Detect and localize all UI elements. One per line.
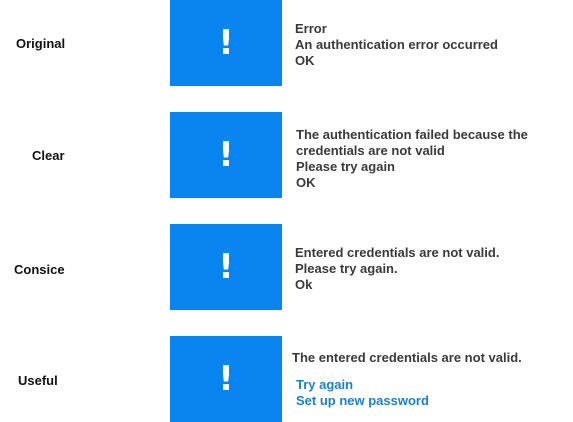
- message-line: The entered credentials are not valid.: [292, 350, 522, 365]
- message-line: An authentication error occurred: [295, 37, 498, 52]
- row-label-useful: Useful: [18, 373, 58, 388]
- message-useful: The entered credentials are not valid.: [292, 350, 522, 366]
- message-clear: The authentication failed because the cr…: [296, 127, 528, 191]
- alert-icon-box: !: [170, 224, 282, 310]
- try-again-link[interactable]: Try again: [296, 377, 429, 393]
- set-up-new-password-link[interactable]: Set up new password: [296, 393, 429, 409]
- alert-icon-box: !: [170, 336, 282, 422]
- message-line: Please try again.: [295, 261, 398, 276]
- exclamation-icon: !: [218, 23, 234, 63]
- message-line: credentials are not valid: [296, 143, 445, 158]
- message-line: The authentication failed because the: [296, 127, 528, 142]
- message-line: Please try again: [296, 159, 395, 174]
- action-links: Try again Set up new password: [296, 377, 429, 409]
- alert-icon-box: !: [170, 112, 282, 198]
- ok-button[interactable]: Ok: [295, 277, 499, 293]
- message-title: Error: [295, 21, 327, 36]
- exclamation-icon: !: [218, 247, 234, 287]
- row-label-concise: Consice: [14, 262, 65, 277]
- alert-icon-box: !: [170, 0, 282, 86]
- ok-button[interactable]: OK: [296, 175, 528, 191]
- message-concise: Entered credentials are not valid. Pleas…: [295, 245, 499, 293]
- message-line: Entered credentials are not valid.: [295, 245, 500, 260]
- exclamation-icon: !: [218, 135, 234, 175]
- message-original: Error An authentication error occurred O…: [295, 21, 498, 69]
- row-label-original: Original: [16, 36, 66, 51]
- ok-button[interactable]: OK: [295, 53, 498, 69]
- row-label-clear: Clear: [32, 148, 65, 163]
- exclamation-icon: !: [218, 359, 234, 399]
